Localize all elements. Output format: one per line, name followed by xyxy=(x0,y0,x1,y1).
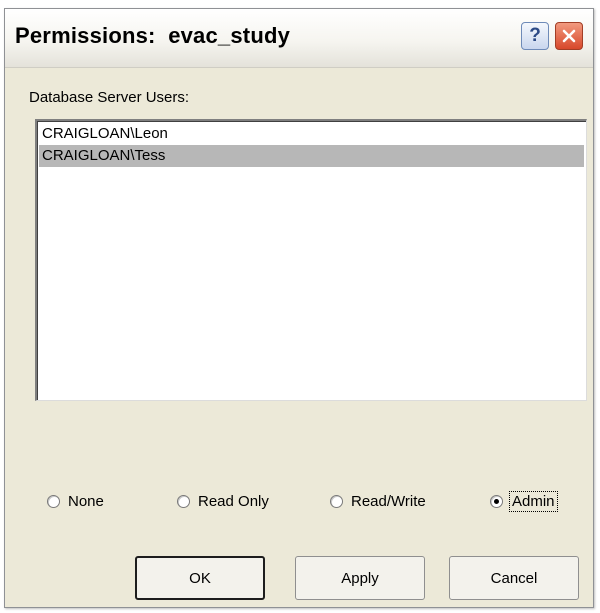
radio-none-circle[interactable] xyxy=(47,494,60,508)
radio-none-label[interactable]: None xyxy=(68,493,104,510)
radio-admin-circle[interactable] xyxy=(490,494,503,508)
close-icon xyxy=(562,29,576,43)
radio-admin[interactable]: Admin xyxy=(490,490,558,512)
list-item-tess[interactable]: CRAIGLOAN\Tess xyxy=(39,145,584,167)
radio-read-write-circle[interactable] xyxy=(330,494,343,508)
help-icon: ? xyxy=(529,25,541,46)
users-label: Database Server Users: xyxy=(29,89,190,106)
ok-button[interactable]: OK xyxy=(135,556,265,600)
apply-button[interactable]: Apply xyxy=(295,556,425,600)
radio-read-only[interactable]: Read Only xyxy=(177,491,269,511)
permissions-dialog: Permissions: evac_study ? Database Serve… xyxy=(4,8,594,608)
radio-read-only-label[interactable]: Read Only xyxy=(198,493,269,510)
radio-read-write[interactable]: Read/Write xyxy=(330,491,426,511)
radio-read-only-circle[interactable] xyxy=(177,494,190,508)
list-item-leon[interactable]: CRAIGLOAN\Leon xyxy=(39,123,584,145)
close-button[interactable] xyxy=(555,22,583,50)
cancel-button[interactable]: Cancel xyxy=(449,556,579,600)
window-title: Permissions: evac_study xyxy=(15,23,291,48)
users-listbox[interactable]: CRAIGLOAN\Leon CRAIGLOAN\Tess xyxy=(35,119,587,401)
radio-none[interactable]: None xyxy=(47,491,104,511)
radio-admin-label[interactable]: Admin xyxy=(509,490,558,512)
title-bar[interactable]: Permissions: evac_study ? xyxy=(5,9,593,68)
radio-read-write-label[interactable]: Read/Write xyxy=(351,493,426,510)
help-button[interactable]: ? xyxy=(521,22,549,50)
